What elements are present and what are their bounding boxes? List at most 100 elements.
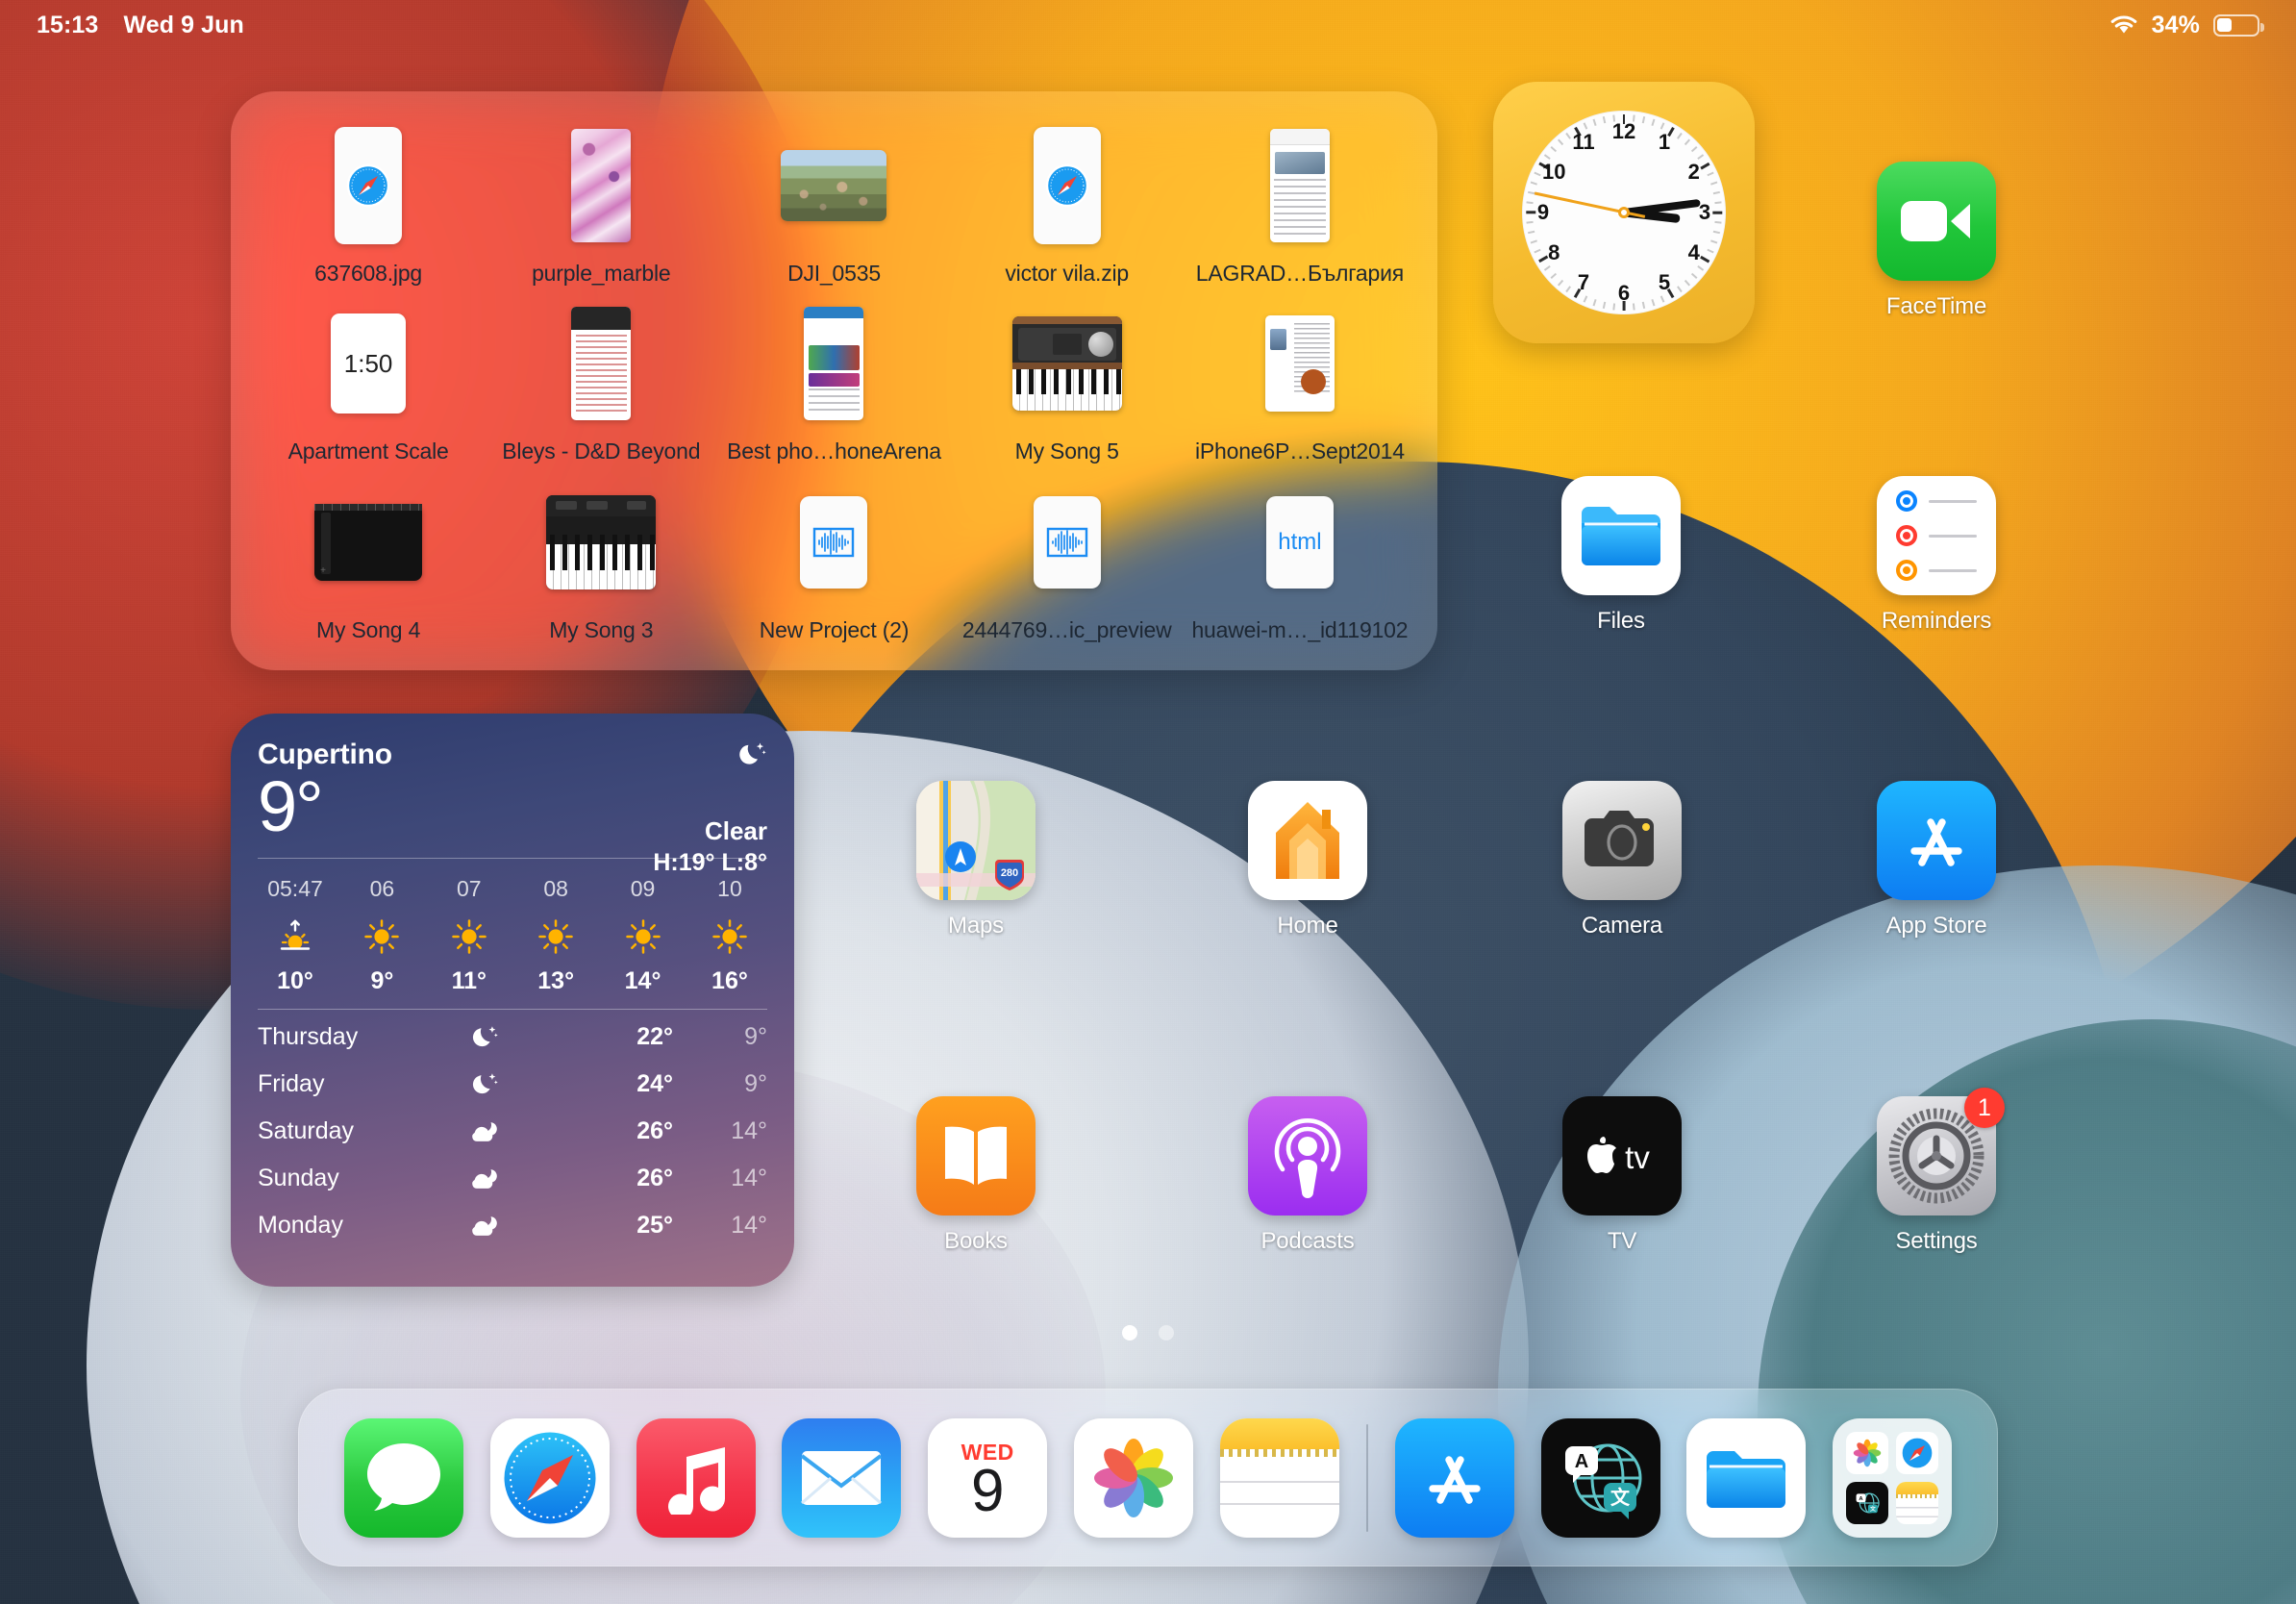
file-item[interactable]: DJI_0535 [717, 122, 950, 300]
dock-slot [1673, 1417, 1819, 1538]
app-label: FaceTime [1885, 293, 1987, 319]
file-item[interactable]: My Song 5 [951, 300, 1184, 478]
file-item[interactable]: 2444769…ic_preview [951, 479, 1184, 657]
app-icon-reminders[interactable]: Reminders [1850, 476, 2023, 635]
file-item[interactable]: iPhone6P…Sept2014 [1184, 300, 1416, 478]
file-item[interactable]: My Song 3 [485, 479, 717, 657]
weather-daily-forecast: Thursday 22° 9° Friday 24° 9° Saturday 2… [258, 1014, 767, 1249]
weather-hour-cell: 05:47 10° [260, 876, 331, 995]
app-label: Reminders [1881, 608, 1992, 634]
weather-widget[interactable]: Cupertino 9° Clear H:19° L:8° 05:47 10° … [231, 714, 794, 1287]
file-item[interactable]: 637608.jpg [252, 122, 485, 300]
app-icon-books[interactable]: Books [889, 1096, 1062, 1255]
app-icon-files[interactable]: Files [1535, 476, 1708, 635]
cloud-moon-icon [440, 1116, 527, 1147]
file-item[interactable]: New Project (2) [717, 479, 950, 657]
safari-document-icon [335, 127, 403, 244]
weather-day-name: Monday [258, 1212, 343, 1240]
clock-tick [1583, 122, 1588, 130]
garageband-dark-icon: + [314, 503, 423, 581]
page-dot-1[interactable] [1122, 1325, 1137, 1341]
dock-slot: A 文 [1819, 1417, 1965, 1538]
file-item[interactable]: Best pho…honeArena [717, 300, 950, 478]
maps-icon: 280 [916, 781, 1036, 900]
app-icon-tv[interactable]: tv TV [1535, 1096, 1709, 1255]
reminders-row [1896, 560, 1977, 581]
tv-icon-wrap: tv [1562, 1096, 1682, 1216]
page-dots[interactable] [0, 1325, 2296, 1341]
clock-tick [1684, 138, 1690, 146]
weather-day-high: 24° [636, 1070, 673, 1098]
file-thumbnail [546, 479, 657, 606]
file-item[interactable]: + My Song 4 [252, 479, 485, 657]
file-item[interactable]: html huawei-m…_id119102 [1184, 479, 1416, 657]
scale-document-icon: 1:50 [331, 313, 407, 414]
app-store-icon [1877, 781, 1996, 900]
file-item[interactable]: Bleys - D&D Beyond [485, 300, 717, 478]
reminders-dot-red [1896, 525, 1917, 546]
file-item[interactable]: victor vila.zip [951, 122, 1184, 300]
clock-widget[interactable]: 12 1 2 3 4 5 6 7 8 9 10 11 [1493, 82, 1755, 343]
clock-tick [1558, 138, 1564, 146]
file-item[interactable]: purple_marble [485, 122, 717, 300]
page-dot-2[interactable] [1159, 1325, 1174, 1341]
recent-apps-stack-icon[interactable]: A 文 [1833, 1417, 1953, 1538]
weather-hour-cell: 07 11° [434, 876, 505, 995]
clock-tick [1660, 295, 1665, 303]
file-thumbnail [571, 300, 632, 427]
clock-tick [1592, 299, 1597, 307]
clock-tick [1697, 265, 1705, 271]
calendar-icon[interactable]: WED 9 [928, 1417, 1048, 1538]
aerial-photo-icon [781, 150, 887, 221]
safari-icon[interactable] [489, 1417, 610, 1538]
app-icon-app-store[interactable]: App Store [1850, 781, 2023, 940]
battery-icon [2213, 13, 2264, 37]
sun-icon [536, 912, 576, 962]
moon-stars-icon [735, 742, 767, 775]
mail-icon[interactable] [782, 1417, 902, 1538]
cloud-moon-icon [440, 1211, 527, 1241]
file-thumbnail [1033, 479, 1101, 606]
app-icon-maps[interactable]: 280 Maps [889, 781, 1062, 940]
notes-icon[interactable] [1219, 1417, 1339, 1538]
weather-hour-temp: 14° [624, 967, 661, 995]
photos-icon[interactable] [1074, 1417, 1194, 1538]
translate-icon[interactable]: A 文 [1540, 1417, 1660, 1538]
books-icon-wrap [916, 1096, 1036, 1216]
messages-icon[interactable] [343, 1417, 463, 1538]
app-icon-camera[interactable]: Camera [1535, 781, 1709, 940]
app-icon-home[interactable]: Home [1221, 781, 1394, 940]
clock-tick [1528, 230, 1535, 235]
status-bar: 15:13 Wed 9 Jun 34% [0, 0, 2296, 50]
clock-tick [1583, 295, 1588, 303]
sun-icon [449, 912, 489, 962]
weather-day-high: 26° [636, 1117, 673, 1145]
status-date: Wed 9 Jun [123, 11, 244, 38]
app-icon-facetime[interactable]: FaceTime [1850, 162, 2023, 320]
file-item[interactable]: 1:50 Apartment Scale [252, 300, 485, 478]
cloud-moon-icon [440, 1164, 527, 1194]
weather-hour-time: 10 [717, 876, 742, 902]
weather-hour-time: 07 [456, 876, 482, 902]
maps-icon-wrap: 280 [916, 781, 1036, 900]
clock-tick [1543, 265, 1551, 271]
weather-hour-cell: 09 14° [608, 876, 679, 995]
app-store-icon[interactable] [1394, 1417, 1514, 1538]
music-icon[interactable] [636, 1417, 756, 1538]
app-label: Settings [1895, 1228, 1978, 1254]
files-widget[interactable]: 637608.jpg purple_marble DJI_0535 victor… [231, 91, 1437, 670]
files-icon [1561, 476, 1681, 595]
weather-day-row: Saturday 26° 14° [258, 1108, 767, 1155]
weather-day-name: Saturday [258, 1117, 355, 1145]
app-icon-settings[interactable]: 1 Settings [1850, 1088, 2023, 1255]
app-icon-podcasts[interactable]: Podcasts [1221, 1096, 1394, 1255]
files-icon[interactable] [1686, 1417, 1807, 1538]
clock-tick [1651, 118, 1656, 126]
app-label: Books [944, 1228, 1008, 1254]
waveform-document-icon [1033, 495, 1101, 589]
dock-slot [623, 1417, 769, 1538]
reminders-row [1896, 525, 1977, 546]
file-item[interactable]: LAGRAD…България [1184, 122, 1416, 300]
waveform-document-icon [800, 495, 868, 589]
clock-numeral: 6 [1617, 281, 1631, 305]
